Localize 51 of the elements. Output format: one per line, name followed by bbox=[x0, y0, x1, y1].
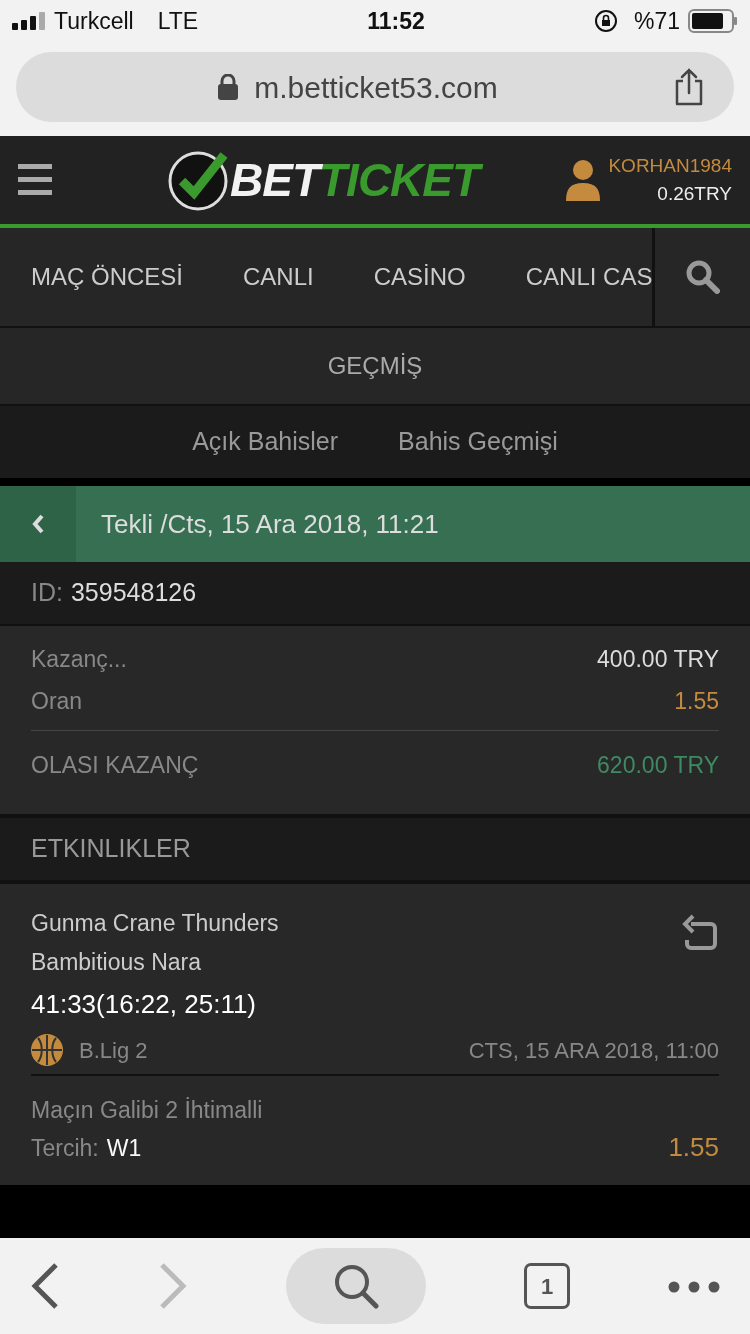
nav-tab[interactable]: CANLI CAS bbox=[525, 259, 653, 295]
clock-time: 11:52 bbox=[367, 6, 425, 36]
event-odds: 1.55 bbox=[668, 1131, 719, 1164]
chevron-left-icon bbox=[30, 1262, 60, 1310]
chevron-right-icon bbox=[158, 1262, 188, 1310]
nav-tab[interactable]: CANLI bbox=[243, 259, 314, 295]
basketball-icon bbox=[31, 1034, 63, 1066]
user-icon[interactable] bbox=[566, 159, 601, 201]
check-circle-icon bbox=[168, 149, 230, 211]
summary-label: OLASI KAZANÇ bbox=[31, 751, 199, 781]
signal-icon bbox=[12, 12, 46, 30]
id-label: ID: bbox=[31, 577, 63, 609]
bet-id: 359548126 bbox=[70, 577, 197, 609]
search-icon bbox=[333, 1263, 379, 1309]
battery-percent: %71 bbox=[633, 6, 680, 36]
address-bar[interactable]: m.betticket53.com bbox=[16, 52, 734, 122]
network-type: LTE bbox=[157, 6, 199, 36]
market-name: Maçın Galibi 2 İhtimalli bbox=[31, 1096, 264, 1125]
summary-label: Kazanç... bbox=[31, 644, 127, 674]
url-text: m.betticket53.com bbox=[254, 69, 498, 106]
search-icon bbox=[685, 260, 720, 294]
team-name: Gunma Crane Thunders bbox=[31, 909, 279, 938]
menu-icon[interactable] bbox=[18, 164, 52, 196]
sub-tab[interactable]: Bahis Geçmişi bbox=[398, 423, 558, 461]
summary-value: 400.00 TRY bbox=[597, 644, 719, 674]
choice-label: Tercih: bbox=[31, 1133, 99, 1163]
refresh-icon[interactable] bbox=[681, 912, 719, 952]
back-button[interactable] bbox=[30, 1262, 60, 1310]
summary-label: Oran bbox=[31, 686, 83, 716]
nav-tab[interactable]: CASİNO bbox=[373, 259, 466, 295]
choice-value: W1 bbox=[106, 1133, 142, 1163]
summary-value: 620.00 TRY bbox=[597, 751, 719, 781]
battery-icon bbox=[688, 9, 738, 33]
carrier-name: Turkcell bbox=[54, 6, 134, 36]
nav-tab[interactable]: MAÇ ÖNCESİ bbox=[0, 259, 183, 295]
balance: 0.26TRY bbox=[656, 182, 732, 206]
lock-icon bbox=[218, 74, 239, 100]
team-name: Bambitious Nara bbox=[31, 948, 203, 977]
events-title: ETKINLIKLER bbox=[31, 833, 191, 865]
more-icon bbox=[668, 1280, 720, 1293]
league-name: B.Lig 2 bbox=[79, 1036, 148, 1065]
tabs-button[interactable]: 1 bbox=[524, 1263, 570, 1309]
event-date: CTS, 15 ARA 2018, 11:00 bbox=[468, 1036, 719, 1065]
username: KORHAN1984 bbox=[608, 153, 732, 178]
summary-value: 1.55 bbox=[674, 686, 719, 716]
bet-title: Tekli /Cts, 15 Ara 2018, 11:21 bbox=[100, 507, 439, 541]
rotation-lock-icon bbox=[593, 9, 618, 33]
sub-tab[interactable]: Açık Bahisler bbox=[192, 423, 339, 461]
match-score: 41:33(16:22, 25:11) bbox=[31, 988, 258, 1021]
section-title: GEÇMİŞ bbox=[327, 351, 423, 381]
chevron-left-icon bbox=[31, 513, 45, 535]
